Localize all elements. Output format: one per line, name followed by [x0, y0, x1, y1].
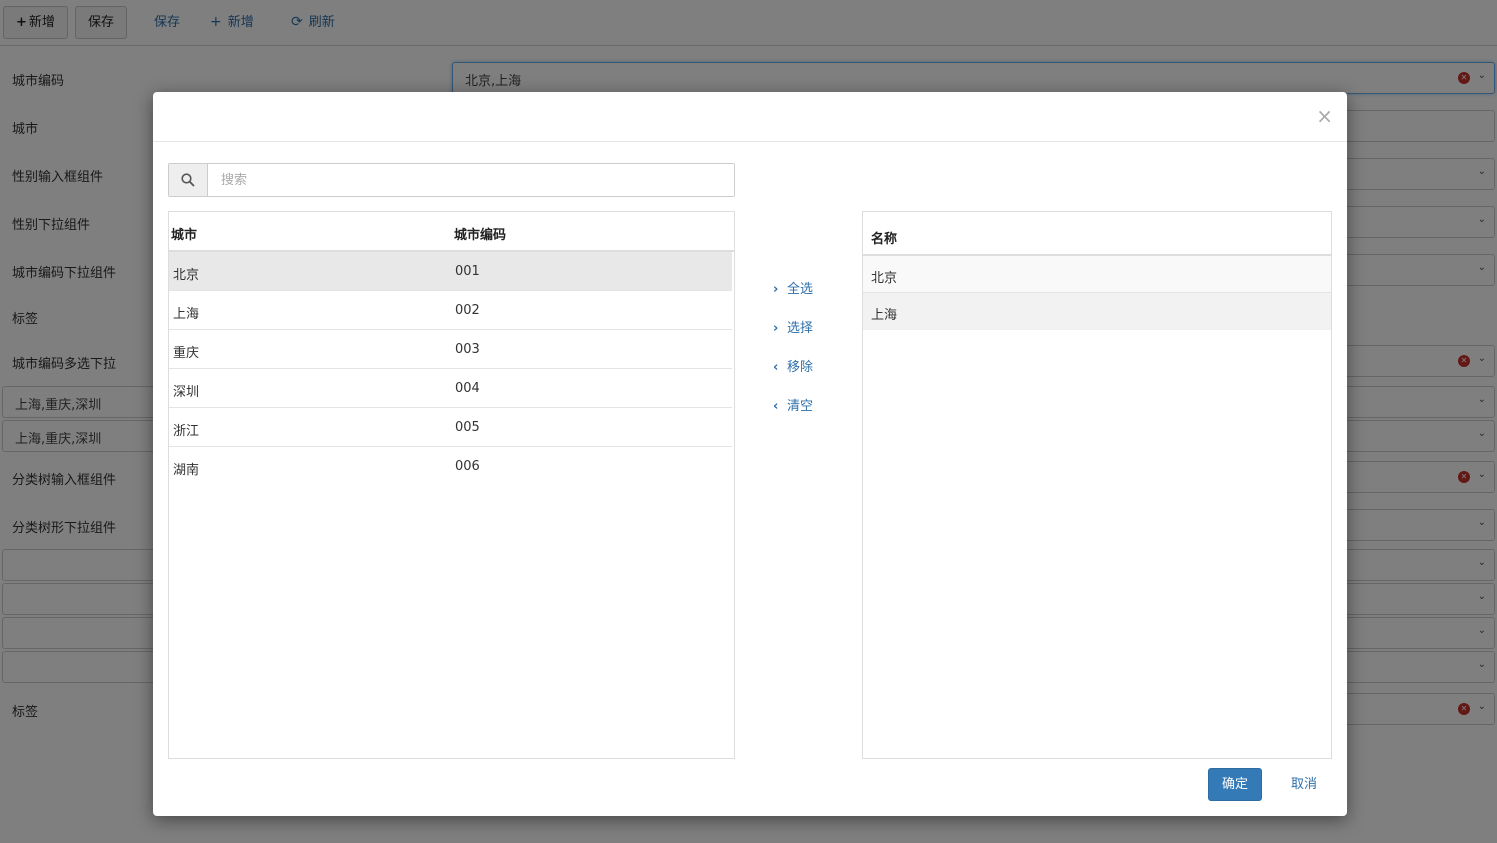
- select-button[interactable]: › 选择: [773, 317, 813, 339]
- table-row[interactable]: 重庆 003: [169, 330, 732, 369]
- cell-city: 浙江: [173, 424, 200, 439]
- cell-code: 003: [455, 342, 480, 357]
- selected-cities-table: 名称 北京 上海: [862, 211, 1332, 759]
- available-cities-table: 城市 城市编码 北京 001 上海 002 重庆 003 深圳 004 浙江 0…: [168, 211, 735, 759]
- chevron-left-icon: ‹: [773, 399, 779, 414]
- cell-code: 004: [455, 381, 480, 396]
- cell-city: 湖南: [173, 463, 200, 478]
- search-box: [168, 163, 735, 197]
- close-icon[interactable]: ×: [1316, 104, 1333, 128]
- table-row[interactable]: 北京: [863, 256, 1331, 293]
- chevron-left-icon: ‹: [773, 360, 779, 375]
- table-row[interactable]: 浙江 005: [169, 408, 732, 447]
- city-select-dialog: × 城市 城市编码 北京 001 上海 002 重庆 003 深圳 004 浙江: [153, 92, 1347, 816]
- table-row[interactable]: 深圳 004: [169, 369, 732, 408]
- table-header: 城市 城市编码: [169, 212, 734, 252]
- search-input[interactable]: [209, 164, 734, 196]
- cell-code: 001: [455, 264, 480, 279]
- cell-code: 005: [455, 420, 480, 435]
- table-row[interactable]: 上海: [863, 293, 1331, 330]
- clear-button[interactable]: ‹ 清空: [773, 395, 813, 417]
- cell-code: 006: [455, 459, 480, 474]
- modal-header: ×: [153, 92, 1347, 142]
- table-header: 名称: [863, 212, 1331, 256]
- column-header-code[interactable]: 城市编码: [454, 224, 506, 243]
- table-row[interactable]: 北京 001: [169, 252, 732, 291]
- cell-city: 深圳: [173, 385, 200, 400]
- cell-code: 002: [455, 303, 480, 318]
- column-header-name[interactable]: 名称: [871, 228, 897, 247]
- cell-city: 上海: [173, 307, 200, 322]
- table-row[interactable]: 上海 002: [169, 291, 732, 330]
- cell-name: 北京: [871, 271, 898, 286]
- cancel-button[interactable]: 取消: [1291, 768, 1317, 801]
- table-row[interactable]: 湖南 006: [169, 447, 732, 486]
- select-all-button[interactable]: › 全选: [773, 278, 813, 300]
- ok-button[interactable]: 确定: [1208, 768, 1262, 801]
- cell-name: 上海: [871, 308, 898, 323]
- column-header-city[interactable]: 城市: [171, 224, 197, 243]
- chevron-right-icon: ›: [773, 282, 779, 297]
- cell-city: 北京: [173, 268, 200, 283]
- cell-city: 重庆: [173, 346, 200, 361]
- remove-button[interactable]: ‹ 移除: [773, 356, 813, 378]
- search-icon: [169, 164, 208, 196]
- chevron-right-icon: ›: [773, 321, 779, 336]
